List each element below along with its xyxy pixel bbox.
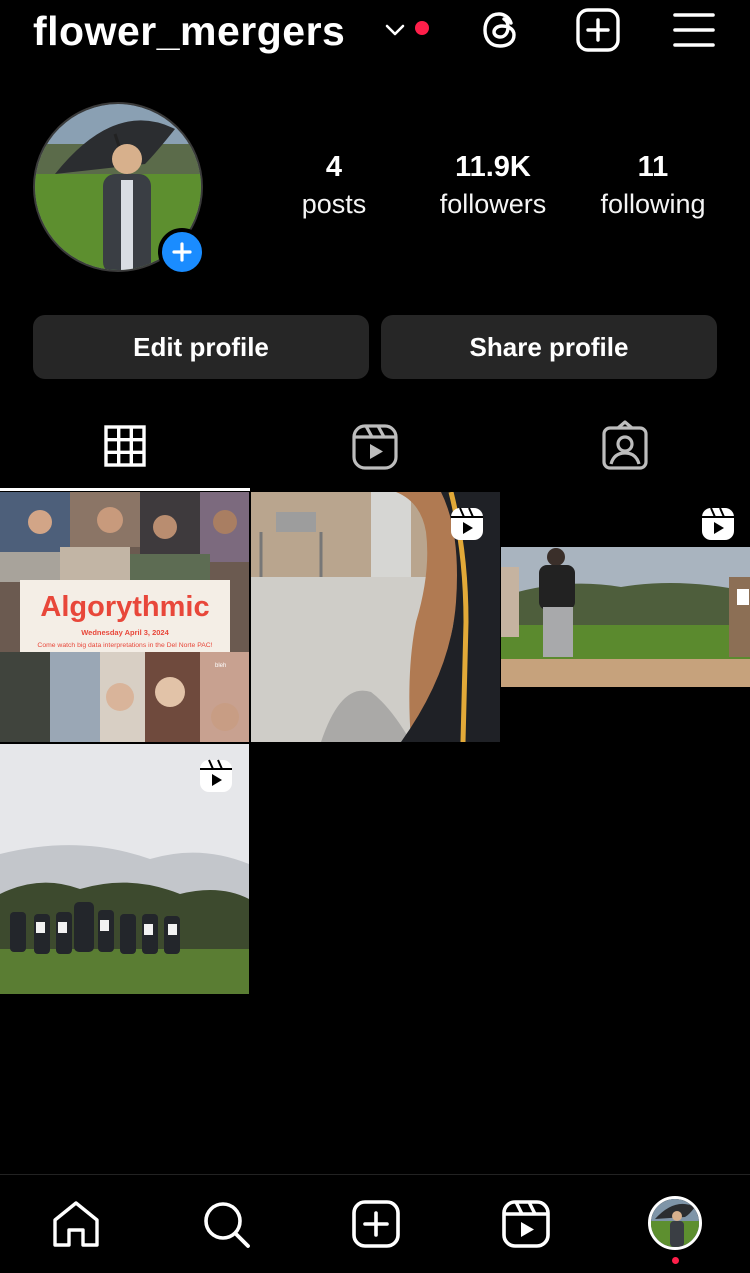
reels-tab-icon[interactable]	[350, 420, 400, 472]
profile-nav-avatar[interactable]	[648, 1196, 702, 1250]
profile-username[interactable]: flower_mergers	[33, 6, 345, 56]
add-story-button[interactable]	[158, 228, 206, 276]
reel-photo-field	[501, 547, 750, 687]
grid-icon[interactable]	[100, 420, 150, 472]
poster-title: Algorythmic	[40, 591, 209, 623]
following-count-label: following	[600, 189, 706, 219]
posts-count-value: 4	[325, 151, 343, 183]
avatar-photo-small	[651, 1199, 699, 1247]
poster-date: Wednesday April 3, 2024	[81, 628, 169, 637]
search-icon[interactable]	[200, 1198, 252, 1250]
active-tab-indicator	[0, 488, 250, 491]
threads-icon[interactable]	[478, 6, 526, 54]
post-thumbnail-2[interactable]	[251, 492, 500, 742]
following-count[interactable]: 11 following	[573, 148, 733, 222]
post-thumbnail-3[interactable]	[501, 492, 750, 742]
plus-icon	[172, 242, 192, 262]
tagged-icon[interactable]	[600, 420, 650, 472]
menu-icon[interactable]	[670, 6, 718, 54]
create-icon[interactable]	[350, 1198, 402, 1250]
home-icon[interactable]	[50, 1198, 102, 1250]
share-profile-button[interactable]: Share profile	[381, 315, 717, 379]
poster-collage: Algorythmic Wednesday April 3, 2024 Come…	[0, 492, 249, 742]
new-post-icon[interactable]	[574, 6, 622, 54]
posts-count[interactable]: 4 posts	[254, 148, 414, 222]
post-thumbnail-1[interactable]: Algorythmic Wednesday April 3, 2024 Come…	[0, 492, 249, 742]
edit-profile-button[interactable]: Edit profile	[33, 315, 369, 379]
followers-count-label: followers	[439, 189, 547, 219]
poster-tag: bleh	[215, 663, 226, 669]
followers-count-value: 11.9K	[455, 151, 531, 183]
chevron-down-icon[interactable]	[383, 18, 407, 42]
notification-dot	[415, 21, 429, 35]
posts-count-label: posts	[301, 189, 367, 219]
profile-notification-dot	[672, 1257, 679, 1264]
reel-badge-icon	[451, 507, 483, 540]
poster-subtitle: Come watch big data interpretations in t…	[37, 642, 212, 649]
reels-nav-icon[interactable]	[500, 1198, 552, 1250]
post-thumbnail-4[interactable]	[0, 744, 249, 994]
reel-badge-icon	[702, 507, 734, 540]
following-count-value: 11	[637, 151, 669, 183]
followers-count[interactable]: 11.9K followers	[413, 148, 573, 222]
reel-badge-icon	[200, 759, 232, 792]
